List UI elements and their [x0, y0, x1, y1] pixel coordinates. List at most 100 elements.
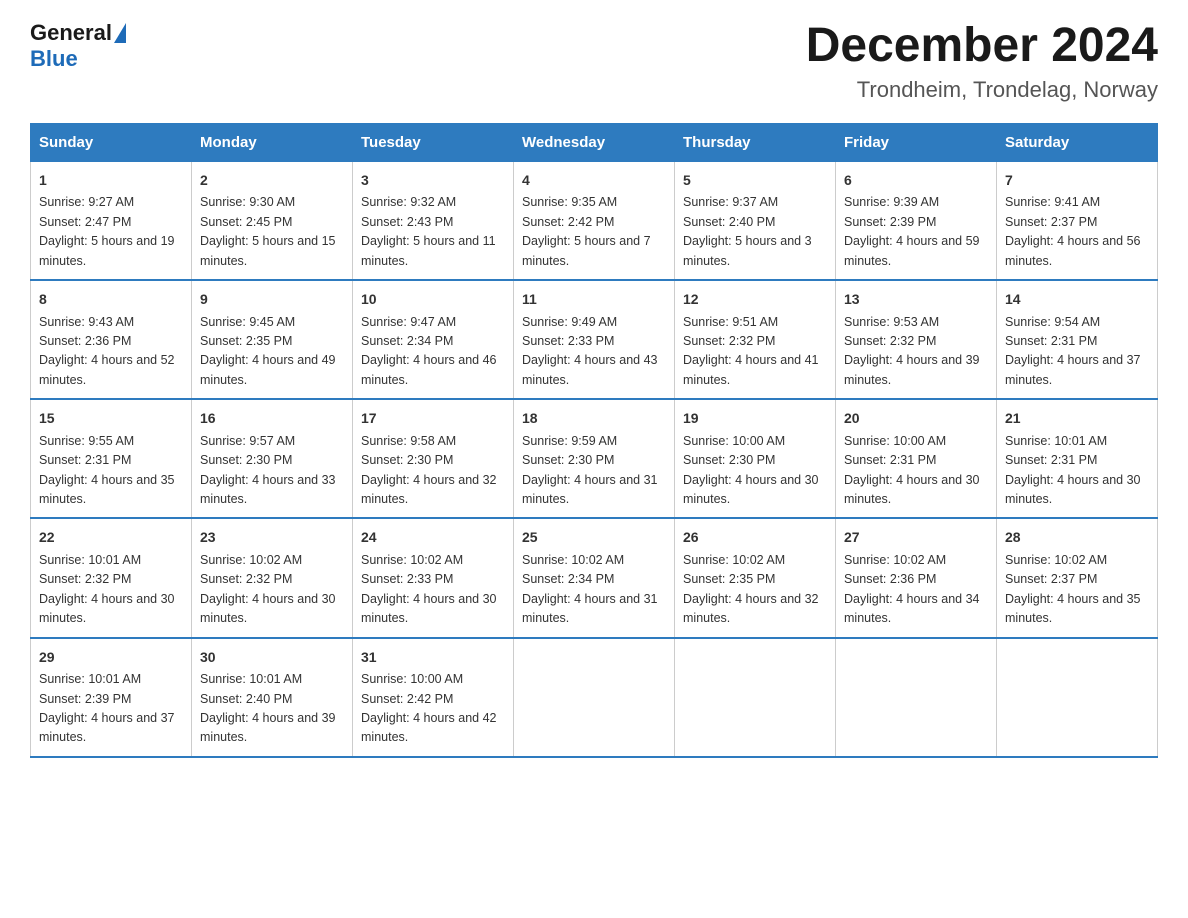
- calendar-cell: 29 Sunrise: 10:01 AMSunset: 2:39 PMDayli…: [31, 638, 192, 757]
- calendar-cell: 7 Sunrise: 9:41 AMSunset: 2:37 PMDayligh…: [997, 161, 1158, 280]
- calendar-cell: 30 Sunrise: 10:01 AMSunset: 2:40 PMDayli…: [192, 638, 353, 757]
- day-info: Sunrise: 9:43 AMSunset: 2:36 PMDaylight:…: [39, 315, 175, 387]
- calendar-cell: [514, 638, 675, 757]
- day-info: Sunrise: 9:53 AMSunset: 2:32 PMDaylight:…: [844, 315, 980, 387]
- day-info: Sunrise: 10:02 AMSunset: 2:35 PMDaylight…: [683, 553, 819, 625]
- day-number: 2: [200, 170, 344, 192]
- day-info: Sunrise: 10:01 AMSunset: 2:31 PMDaylight…: [1005, 434, 1141, 506]
- day-info: Sunrise: 9:51 AMSunset: 2:32 PMDaylight:…: [683, 315, 819, 387]
- day-info: Sunrise: 10:00 AMSunset: 2:42 PMDaylight…: [361, 672, 497, 744]
- day-number: 10: [361, 289, 505, 311]
- calendar-cell: 17 Sunrise: 9:58 AMSunset: 2:30 PMDaylig…: [353, 399, 514, 518]
- day-info: Sunrise: 9:59 AMSunset: 2:30 PMDaylight:…: [522, 434, 658, 506]
- calendar-cell: [675, 638, 836, 757]
- calendar-cell: 20 Sunrise: 10:00 AMSunset: 2:31 PMDayli…: [836, 399, 997, 518]
- calendar-cell: 6 Sunrise: 9:39 AMSunset: 2:39 PMDayligh…: [836, 161, 997, 280]
- calendar-cell: 3 Sunrise: 9:32 AMSunset: 2:43 PMDayligh…: [353, 161, 514, 280]
- day-number: 6: [844, 170, 988, 192]
- calendar-cell: 4 Sunrise: 9:35 AMSunset: 2:42 PMDayligh…: [514, 161, 675, 280]
- day-info: Sunrise: 10:01 AMSunset: 2:40 PMDaylight…: [200, 672, 336, 744]
- logo-triangle-icon: [114, 23, 126, 43]
- day-info: Sunrise: 9:57 AMSunset: 2:30 PMDaylight:…: [200, 434, 336, 506]
- day-number: 29: [39, 647, 183, 669]
- calendar-week-row: 15 Sunrise: 9:55 AMSunset: 2:31 PMDaylig…: [31, 399, 1158, 518]
- day-info: Sunrise: 9:30 AMSunset: 2:45 PMDaylight:…: [200, 195, 336, 267]
- calendar-cell: 10 Sunrise: 9:47 AMSunset: 2:34 PMDaylig…: [353, 280, 514, 399]
- day-of-week-header: Saturday: [997, 123, 1158, 161]
- day-number: 27: [844, 527, 988, 549]
- day-of-week-header: Sunday: [31, 123, 192, 161]
- day-number: 18: [522, 408, 666, 430]
- calendar-cell: 9 Sunrise: 9:45 AMSunset: 2:35 PMDayligh…: [192, 280, 353, 399]
- day-info: Sunrise: 9:41 AMSunset: 2:37 PMDaylight:…: [1005, 195, 1141, 267]
- calendar-week-row: 22 Sunrise: 10:01 AMSunset: 2:32 PMDayli…: [31, 518, 1158, 637]
- day-of-week-header: Thursday: [675, 123, 836, 161]
- day-of-week-header: Wednesday: [514, 123, 675, 161]
- calendar-cell: [997, 638, 1158, 757]
- day-of-week-header: Friday: [836, 123, 997, 161]
- calendar-cell: 26 Sunrise: 10:02 AMSunset: 2:35 PMDayli…: [675, 518, 836, 637]
- calendar-week-row: 8 Sunrise: 9:43 AMSunset: 2:36 PMDayligh…: [31, 280, 1158, 399]
- day-number: 19: [683, 408, 827, 430]
- calendar-week-row: 29 Sunrise: 10:01 AMSunset: 2:39 PMDayli…: [31, 638, 1158, 757]
- calendar-body: 1 Sunrise: 9:27 AMSunset: 2:47 PMDayligh…: [31, 161, 1158, 756]
- day-number: 20: [844, 408, 988, 430]
- day-number: 12: [683, 289, 827, 311]
- day-info: Sunrise: 9:32 AMSunset: 2:43 PMDaylight:…: [361, 195, 496, 267]
- calendar-cell: 23 Sunrise: 10:02 AMSunset: 2:32 PMDayli…: [192, 518, 353, 637]
- day-number: 15: [39, 408, 183, 430]
- calendar-cell: 25 Sunrise: 10:02 AMSunset: 2:34 PMDayli…: [514, 518, 675, 637]
- day-number: 21: [1005, 408, 1149, 430]
- logo: General Blue: [30, 20, 128, 72]
- title-section: December 2024 Trondheim, Trondelag, Norw…: [806, 20, 1158, 103]
- day-info: Sunrise: 10:01 AMSunset: 2:39 PMDaylight…: [39, 672, 175, 744]
- calendar-week-row: 1 Sunrise: 9:27 AMSunset: 2:47 PMDayligh…: [31, 161, 1158, 280]
- day-number: 22: [39, 527, 183, 549]
- calendar-cell: 27 Sunrise: 10:02 AMSunset: 2:36 PMDayli…: [836, 518, 997, 637]
- day-number: 14: [1005, 289, 1149, 311]
- calendar-cell: [836, 638, 997, 757]
- day-number: 3: [361, 170, 505, 192]
- day-of-week-header: Monday: [192, 123, 353, 161]
- calendar-cell: 28 Sunrise: 10:02 AMSunset: 2:37 PMDayli…: [997, 518, 1158, 637]
- day-info: Sunrise: 10:02 AMSunset: 2:33 PMDaylight…: [361, 553, 497, 625]
- day-info: Sunrise: 9:39 AMSunset: 2:39 PMDaylight:…: [844, 195, 980, 267]
- day-info: Sunrise: 9:55 AMSunset: 2:31 PMDaylight:…: [39, 434, 175, 506]
- calendar-cell: 2 Sunrise: 9:30 AMSunset: 2:45 PMDayligh…: [192, 161, 353, 280]
- calendar-cell: 31 Sunrise: 10:00 AMSunset: 2:42 PMDayli…: [353, 638, 514, 757]
- logo-general-text: General: [30, 20, 112, 46]
- day-number: 23: [200, 527, 344, 549]
- day-number: 8: [39, 289, 183, 311]
- month-title: December 2024: [806, 20, 1158, 73]
- day-number: 13: [844, 289, 988, 311]
- day-info: Sunrise: 9:49 AMSunset: 2:33 PMDaylight:…: [522, 315, 658, 387]
- day-info: Sunrise: 10:02 AMSunset: 2:36 PMDaylight…: [844, 553, 980, 625]
- day-number: 1: [39, 170, 183, 192]
- day-number: 5: [683, 170, 827, 192]
- calendar-cell: 12 Sunrise: 9:51 AMSunset: 2:32 PMDaylig…: [675, 280, 836, 399]
- calendar-cell: 13 Sunrise: 9:53 AMSunset: 2:32 PMDaylig…: [836, 280, 997, 399]
- day-info: Sunrise: 10:02 AMSunset: 2:34 PMDaylight…: [522, 553, 658, 625]
- day-number: 9: [200, 289, 344, 311]
- day-number: 17: [361, 408, 505, 430]
- day-info: Sunrise: 9:27 AMSunset: 2:47 PMDaylight:…: [39, 195, 175, 267]
- calendar-cell: 1 Sunrise: 9:27 AMSunset: 2:47 PMDayligh…: [31, 161, 192, 280]
- location-title: Trondheim, Trondelag, Norway: [806, 77, 1158, 103]
- day-number: 16: [200, 408, 344, 430]
- day-number: 28: [1005, 527, 1149, 549]
- logo-blue-text: Blue: [30, 46, 78, 71]
- day-of-week-header: Tuesday: [353, 123, 514, 161]
- calendar-table: SundayMondayTuesdayWednesdayThursdayFrid…: [30, 123, 1158, 758]
- calendar-cell: 5 Sunrise: 9:37 AMSunset: 2:40 PMDayligh…: [675, 161, 836, 280]
- day-info: Sunrise: 10:01 AMSunset: 2:32 PMDaylight…: [39, 553, 175, 625]
- day-info: Sunrise: 10:02 AMSunset: 2:37 PMDaylight…: [1005, 553, 1141, 625]
- day-info: Sunrise: 9:35 AMSunset: 2:42 PMDaylight:…: [522, 195, 651, 267]
- calendar-cell: 21 Sunrise: 10:01 AMSunset: 2:31 PMDayli…: [997, 399, 1158, 518]
- calendar-cell: 16 Sunrise: 9:57 AMSunset: 2:30 PMDaylig…: [192, 399, 353, 518]
- day-info: Sunrise: 9:45 AMSunset: 2:35 PMDaylight:…: [200, 315, 336, 387]
- calendar-cell: 24 Sunrise: 10:02 AMSunset: 2:33 PMDayli…: [353, 518, 514, 637]
- calendar-cell: 22 Sunrise: 10:01 AMSunset: 2:32 PMDayli…: [31, 518, 192, 637]
- calendar-cell: 18 Sunrise: 9:59 AMSunset: 2:30 PMDaylig…: [514, 399, 675, 518]
- calendar-header-row: SundayMondayTuesdayWednesdayThursdayFrid…: [31, 123, 1158, 161]
- day-info: Sunrise: 9:54 AMSunset: 2:31 PMDaylight:…: [1005, 315, 1141, 387]
